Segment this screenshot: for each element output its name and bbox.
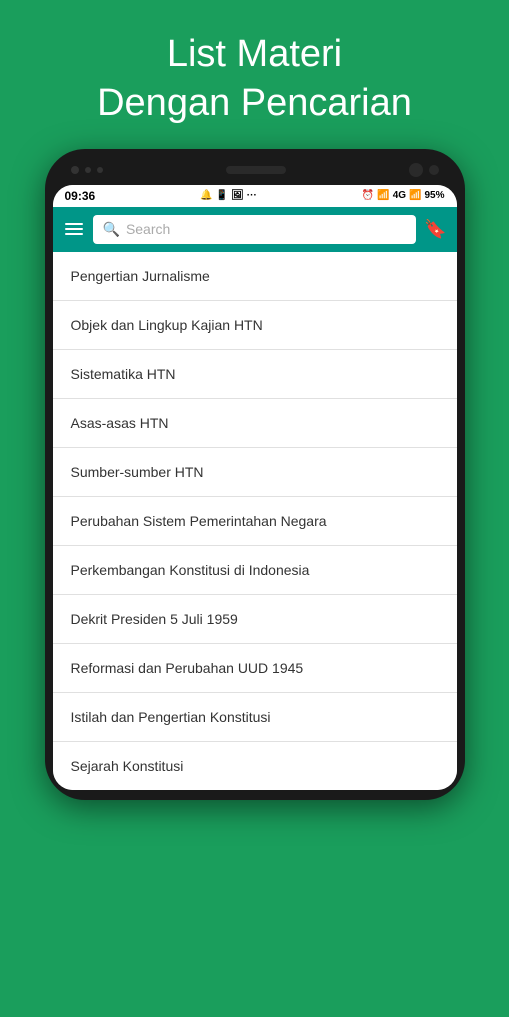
page-title: List Materi Dengan Pencarian bbox=[77, 30, 432, 129]
list-item[interactable]: Pengertian Jurnalisme bbox=[53, 252, 457, 301]
menu-button[interactable] bbox=[63, 221, 85, 237]
list-item[interactable]: Istilah dan Pengertian Konstitusi bbox=[53, 693, 457, 742]
list-item[interactable]: Sejarah Konstitusi bbox=[53, 742, 457, 790]
list-item[interactable]: Perubahan Sistem Pemerintahan Negara bbox=[53, 497, 457, 546]
phone-camera-dot bbox=[409, 163, 423, 177]
search-icon: 🔍 bbox=[103, 221, 120, 238]
status-icons: ⏰ 📶 4G 📶 95% bbox=[362, 190, 445, 201]
notification-icon: 🔔 bbox=[200, 190, 212, 201]
phone-screen: 09:36 🔔 📱 🖼 ··· ⏰ 📶 4G 📶 95% bbox=[53, 185, 457, 790]
status-time: 09:36 bbox=[65, 189, 96, 203]
phone-dot-2 bbox=[85, 167, 91, 173]
list-item[interactable]: Asas-asas HTN bbox=[53, 399, 457, 448]
phone-dot-1 bbox=[71, 166, 79, 174]
phone-camera-left bbox=[71, 166, 103, 174]
phone-dot-3 bbox=[97, 167, 103, 173]
phone-sensor-dot bbox=[429, 165, 439, 175]
alarm-icon: ⏰ bbox=[362, 190, 374, 201]
wifi-icon: 📶 bbox=[409, 190, 421, 201]
list-item[interactable]: Perkembangan Konstitusi di Indonesia bbox=[53, 546, 457, 595]
image-icon: 🖼 bbox=[231, 190, 244, 201]
phone-mockup: 09:36 🔔 📱 🖼 ··· ⏰ 📶 4G 📶 95% bbox=[45, 149, 465, 800]
search-bar[interactable]: 🔍 Search bbox=[93, 215, 417, 244]
signal-icon: 📶 bbox=[377, 190, 389, 201]
bookmark-button[interactable]: 🔖 bbox=[424, 219, 446, 240]
status-bar: 09:36 🔔 📱 🖼 ··· ⏰ 📶 4G 📶 95% bbox=[53, 185, 457, 207]
list-item[interactable]: Dekrit Presiden 5 Juli 1959 bbox=[53, 595, 457, 644]
more-icon: ··· bbox=[247, 190, 257, 201]
network-label: 4G bbox=[393, 190, 406, 201]
battery-label: 95% bbox=[424, 190, 444, 201]
list-item[interactable]: Sumber-sumber HTN bbox=[53, 448, 457, 497]
search-input[interactable]: Search bbox=[126, 221, 170, 237]
list-item[interactable]: Reformasi dan Perubahan UUD 1945 bbox=[53, 644, 457, 693]
phone-top-bar bbox=[53, 163, 457, 177]
list-item[interactable]: Sistematika HTN bbox=[53, 350, 457, 399]
app-toolbar: 🔍 Search 🔖 bbox=[53, 207, 457, 252]
status-left-icons: 🔔 📱 🖼 ··· bbox=[200, 190, 257, 201]
list-container: Pengertian Jurnalisme Objek dan Lingkup … bbox=[53, 252, 457, 790]
list-item[interactable]: Objek dan Lingkup Kajian HTN bbox=[53, 301, 457, 350]
whatsapp-icon: 📱 bbox=[216, 190, 228, 201]
phone-camera-right bbox=[409, 163, 439, 177]
phone-speaker bbox=[226, 166, 286, 174]
